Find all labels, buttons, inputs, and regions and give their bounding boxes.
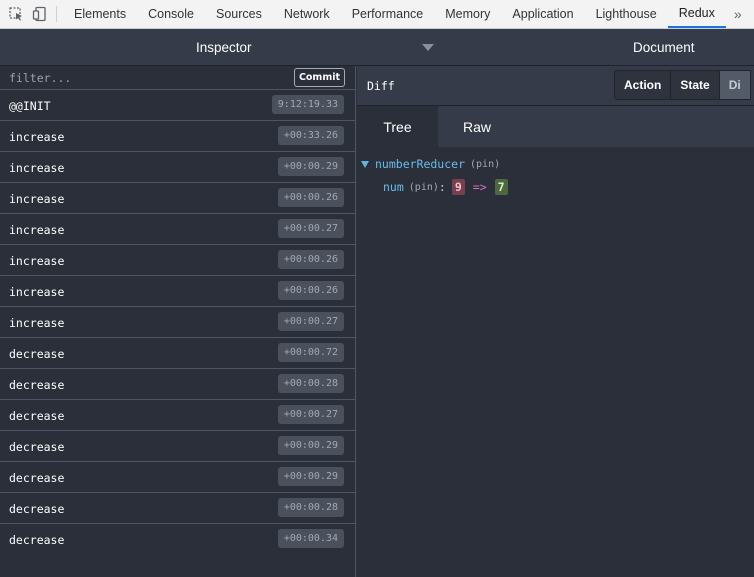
- action-timestamp: +00:00.27: [277, 219, 344, 238]
- tab-tree[interactable]: Tree: [357, 106, 438, 148]
- action-timestamp: +00:00.26: [277, 250, 344, 269]
- tree-leaf-num: num (pin) : 9 => 7: [383, 179, 508, 195]
- reducer-key: numberReducer: [375, 157, 466, 171]
- action-name: @@INIT: [9, 99, 51, 113]
- action-row[interactable]: decrease +00:00.28: [0, 493, 355, 524]
- action-timestamp: 9:12:19.33: [271, 95, 344, 114]
- tab-performance[interactable]: Performance: [341, 0, 435, 28]
- action-timestamp: +00:00.27: [277, 405, 344, 424]
- action-name: increase: [9, 161, 65, 175]
- pin-label[interactable]: (pin): [409, 182, 439, 193]
- action-list-panel: Commit @@INIT 9:12:19.33 increase +00:33.2…: [0, 66, 356, 577]
- action-timestamp: +00:00.27: [277, 312, 344, 331]
- tab-application[interactable]: Application: [501, 0, 584, 28]
- tab-raw[interactable]: Raw: [438, 106, 516, 148]
- action-timestamp: +00:00.34: [277, 529, 344, 548]
- tree-node-number-reducer[interactable]: numberReducer (pin): [361, 157, 500, 171]
- monitor-title[interactable]: Inspector: [196, 40, 252, 55]
- diff-panel: Diff Action State Di Tree Raw numberRedu…: [357, 66, 754, 577]
- tab-console[interactable]: Console: [137, 0, 205, 28]
- action-name: decrease: [9, 409, 65, 423]
- action-timestamp: +00:00.29: [277, 436, 344, 455]
- action-row[interactable]: decrease +00:00.29: [0, 462, 355, 493]
- action-row[interactable]: increase +00:00.27: [0, 214, 355, 245]
- action-row[interactable]: decrease +00:00.34: [0, 524, 355, 555]
- diff-tab-button[interactable]: Di: [719, 71, 750, 99]
- action-row[interactable]: increase +00:33.26: [0, 121, 355, 152]
- action-name: decrease: [9, 440, 65, 454]
- action-row[interactable]: increase +00:00.26: [0, 245, 355, 276]
- state-tab-button[interactable]: State: [671, 71, 720, 99]
- tab-memory[interactable]: Memory: [434, 0, 501, 28]
- filter-bar: Commit: [0, 66, 355, 90]
- tab-lighthouse[interactable]: Lighthouse: [585, 0, 668, 28]
- action-row[interactable]: decrease +00:00.72: [0, 338, 355, 369]
- tab-network[interactable]: Network: [273, 0, 341, 28]
- chevron-down-icon[interactable]: [422, 44, 434, 51]
- action-name: increase: [9, 285, 65, 299]
- leaf-key: num: [383, 180, 404, 194]
- action-name: decrease: [9, 471, 65, 485]
- device-toolbar-icon[interactable]: [28, 0, 52, 28]
- action-row[interactable]: decrease +00:00.29: [0, 431, 355, 462]
- view-tabs: Tree Raw: [357, 106, 754, 148]
- panel-title: Diff: [367, 79, 395, 93]
- action-timestamp: +00:00.26: [277, 188, 344, 207]
- action-row[interactable]: increase +00:00.29: [0, 152, 355, 183]
- tab-sources[interactable]: Sources: [205, 0, 273, 28]
- action-name: decrease: [9, 533, 65, 547]
- leaf-colon: :: [438, 180, 446, 194]
- inspect-element-icon[interactable]: [4, 0, 28, 28]
- action-name: increase: [9, 130, 65, 144]
- action-list: @@INIT 9:12:19.33 increase +00:33.26 incre…: [0, 90, 355, 555]
- action-timestamp: +00:00.26: [277, 281, 344, 300]
- action-timestamp: +00:00.28: [277, 498, 344, 517]
- action-name: decrease: [9, 502, 65, 516]
- pin-label[interactable]: (pin): [470, 159, 500, 170]
- old-value: 9: [451, 179, 465, 195]
- tab-elements[interactable]: Elements: [63, 0, 137, 28]
- diff-arrow: =>: [472, 180, 487, 194]
- toolbar-divider: [56, 6, 57, 22]
- action-timestamp: +00:00.29: [277, 157, 344, 176]
- action-row[interactable]: increase +00:00.26: [0, 183, 355, 214]
- action-name: increase: [9, 192, 65, 206]
- action-timestamp: +00:00.72: [277, 343, 344, 362]
- action-row[interactable]: increase +00:00.27: [0, 307, 355, 338]
- commit-button[interactable]: Commit: [294, 68, 345, 87]
- action-tab-button[interactable]: Action: [615, 71, 672, 99]
- action-name: decrease: [9, 378, 65, 392]
- action-timestamp: +00:00.28: [277, 374, 344, 393]
- action-row[interactable]: @@INIT 9:12:19.33: [0, 90, 355, 121]
- more-tabs-icon[interactable]: »: [726, 0, 748, 28]
- action-name: increase: [9, 316, 65, 330]
- action-timestamp: +00:00.29: [277, 467, 344, 486]
- action-name: increase: [9, 254, 65, 268]
- action-timestamp: +00:33.26: [277, 126, 344, 145]
- document-title[interactable]: Document: [633, 40, 695, 55]
- tab-redux[interactable]: Redux: [667, 0, 726, 28]
- devtools-toolbar: Elements Console Sources Network Perform…: [0, 0, 754, 29]
- diff-header: Diff Action State Di: [357, 66, 754, 106]
- expand-arrow-icon[interactable]: [361, 160, 369, 168]
- action-name: decrease: [9, 347, 65, 361]
- filter-input[interactable]: [0, 66, 288, 89]
- action-row[interactable]: decrease +00:00.27: [0, 400, 355, 431]
- inspector-mode-switch: Action State Di: [614, 70, 751, 100]
- action-name: increase: [9, 223, 65, 237]
- new-value: 7: [494, 179, 508, 195]
- redux-monitor-header: Inspector Document: [0, 29, 754, 66]
- action-row[interactable]: decrease +00:00.28: [0, 369, 355, 400]
- action-row[interactable]: increase +00:00.26: [0, 276, 355, 307]
